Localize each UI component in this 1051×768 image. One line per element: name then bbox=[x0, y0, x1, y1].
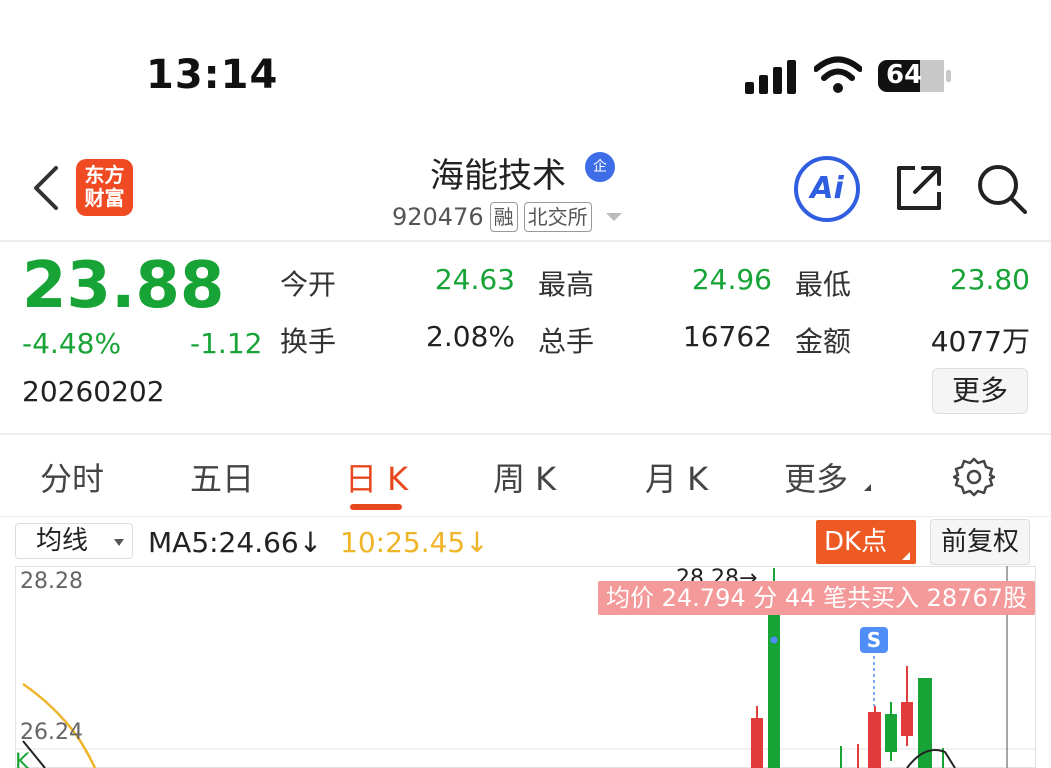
more-tab-arrow-icon bbox=[864, 484, 871, 491]
tab-five-day[interactable]: 五日 bbox=[190, 454, 254, 500]
ai-button[interactable]: Ai bbox=[794, 156, 860, 222]
dropdown-icon[interactable] bbox=[605, 213, 622, 221]
ma5-value: MA5:24.66↓ bbox=[148, 526, 323, 559]
stat-value-amount: 4077万 bbox=[930, 325, 1030, 358]
tab-weekly-k[interactable]: 周 K bbox=[493, 454, 556, 500]
active-tab-indicator bbox=[350, 504, 402, 510]
stock-code: 920476 bbox=[392, 203, 484, 231]
stat-value-volume: 16762 bbox=[682, 320, 772, 353]
exchange-tag: 北交所 bbox=[523, 202, 592, 232]
divider bbox=[0, 433, 1051, 435]
divider bbox=[0, 240, 1051, 242]
change-value: -1.12 bbox=[190, 327, 263, 360]
tab-intraday[interactable]: 分时 bbox=[40, 454, 104, 500]
price-axis-top: 28.28 bbox=[20, 569, 83, 594]
trade-summary-tooltip: 均价 24.794 分 44 笔共买入 28767股 bbox=[598, 581, 1036, 615]
app-logo[interactable]: 东方财富 bbox=[76, 159, 133, 216]
stat-label-low: 最低 bbox=[795, 268, 852, 301]
status-bar: 13:14 64 bbox=[0, 0, 1051, 140]
stat-label-high: 最高 bbox=[538, 268, 595, 301]
stat-value-turnover: 2.08% bbox=[426, 320, 515, 353]
stock-name: 海能技术 bbox=[430, 156, 566, 196]
kline-chart[interactable]: 28.28 26.24 K 28.28→ 均价 24.794 分 44 笔共买入… bbox=[15, 566, 1036, 768]
share-icon[interactable] bbox=[893, 162, 945, 214]
logo-text: 东方财富 bbox=[84, 163, 125, 210]
candle bbox=[768, 596, 780, 768]
battery-icon: 64 bbox=[878, 58, 952, 94]
divider bbox=[0, 516, 1051, 517]
dk-corner-icon bbox=[902, 552, 910, 560]
stat-label-open: 今开 bbox=[280, 268, 337, 301]
candle bbox=[885, 714, 897, 752]
change-percent: -4.48% bbox=[22, 327, 122, 360]
indicator-bar: 均线 MA5:24.66↓ 10:25.45↓ DK点 前复权 bbox=[0, 518, 1051, 568]
stat-label-volume: 总手 bbox=[538, 325, 595, 358]
sell-marker-icon[interactable]: S bbox=[860, 627, 888, 653]
quote-date: 20260202 bbox=[22, 375, 165, 408]
stat-value-open: 24.63 bbox=[434, 263, 515, 296]
wifi-icon bbox=[814, 56, 862, 93]
current-price: 23.88 bbox=[22, 249, 225, 323]
tab-monthly-k[interactable]: 月 K bbox=[645, 454, 708, 500]
indicator-select-value: 均线 bbox=[36, 526, 89, 556]
battery-level: 64 bbox=[886, 60, 923, 90]
margin-tag: 融 bbox=[489, 202, 518, 232]
stat-label-turnover: 换手 bbox=[280, 325, 337, 358]
nav-bar: 东方财富 海能技术 企 920476 融 北交所 Ai bbox=[0, 140, 1051, 240]
search-icon[interactable] bbox=[975, 162, 1029, 216]
candle bbox=[751, 718, 763, 768]
stat-label-amount: 金额 bbox=[795, 325, 852, 358]
cellular-signal-icon bbox=[745, 60, 796, 94]
buy-dot bbox=[770, 636, 778, 644]
more-stats-button[interactable]: 更多 bbox=[932, 368, 1028, 414]
period-tabs: 分时 五日 日 K 周 K 月 K 更多 bbox=[0, 436, 1051, 516]
stat-value-low: 23.80 bbox=[949, 263, 1030, 296]
candle bbox=[868, 712, 881, 768]
back-arrow-icon[interactable] bbox=[28, 164, 64, 212]
quote-panel: 23.88 -4.48% -1.12 20260202 今开 24.63 最高 … bbox=[0, 243, 1051, 433]
stock-code-row[interactable]: 920476 融 北交所 bbox=[392, 200, 622, 234]
chevron-down-icon bbox=[114, 539, 124, 546]
dk-point-button[interactable]: DK点 bbox=[816, 520, 916, 564]
status-time: 13:14 bbox=[146, 52, 279, 98]
gear-icon[interactable] bbox=[953, 456, 995, 498]
candle bbox=[901, 702, 913, 736]
tab-more[interactable]: 更多 bbox=[784, 454, 848, 500]
ma-time: 10:25.45↓ bbox=[340, 526, 489, 559]
tab-daily-k[interactable]: 日 K bbox=[345, 454, 408, 500]
adjust-button[interactable]: 前复权 bbox=[930, 519, 1030, 565]
stat-value-high: 24.96 bbox=[691, 263, 772, 296]
left-marker: K bbox=[15, 750, 30, 768]
price-axis-mid: 26.24 bbox=[20, 720, 83, 745]
enterprise-badge-icon: 企 bbox=[585, 152, 615, 182]
